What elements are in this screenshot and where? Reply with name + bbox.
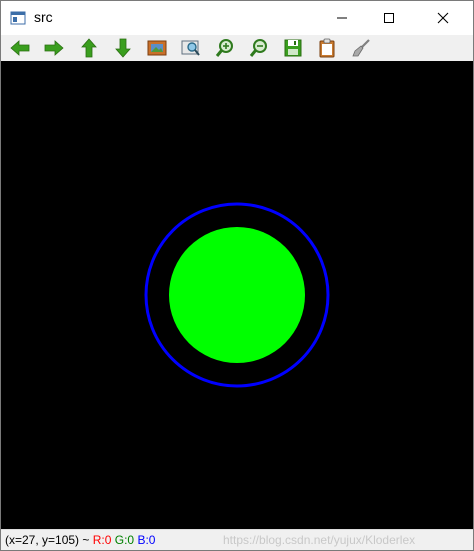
- arrow-left-icon: [10, 40, 30, 56]
- minimize-icon: [337, 17, 347, 19]
- app-window-icon: [10, 10, 26, 26]
- close-icon: [437, 12, 449, 24]
- pan-left-button[interactable]: [9, 37, 31, 59]
- copy-button[interactable]: [316, 37, 338, 59]
- title-bar[interactable]: src: [1, 1, 473, 35]
- arrow-down-icon: [115, 38, 131, 58]
- zoom-fit-icon: [181, 40, 200, 56]
- zoom-original-button[interactable]: [146, 37, 168, 59]
- green-value: G:0: [114, 533, 135, 547]
- image-icon: [147, 40, 167, 56]
- cursor-coordinates: (x=27, y=105) ~: [5, 533, 90, 547]
- minimize-button[interactable]: [319, 1, 365, 35]
- brush-icon: [352, 39, 370, 57]
- pan-right-button[interactable]: [43, 37, 65, 59]
- maximize-icon: [384, 13, 394, 23]
- status-bar: (x=27, y=105) ~ R:0 G:0 B:0 https://blog…: [1, 529, 473, 550]
- arrow-right-icon: [44, 40, 64, 56]
- save-button[interactable]: [282, 37, 304, 59]
- pixel-readout: (x=27, y=105) ~ R:0 G:0 B:0: [5, 530, 155, 550]
- save-icon: [284, 39, 302, 57]
- zoom-fit-button[interactable]: [180, 37, 202, 59]
- app-window: src (x=27, y=105) ~ R:0 G:0 B:0 https://…: [0, 0, 474, 551]
- clipboard-icon: [319, 38, 335, 58]
- pan-down-button[interactable]: [112, 37, 134, 59]
- watermark-text: https://blog.csdn.net/yujux/Kloderlex: [223, 533, 416, 547]
- pan-up-button[interactable]: [78, 37, 100, 59]
- close-button[interactable]: [420, 1, 466, 35]
- red-value: R:0: [92, 533, 112, 547]
- toolbar: [1, 35, 473, 61]
- zoom-in-button[interactable]: [214, 37, 236, 59]
- window-title: src: [34, 9, 53, 25]
- properties-button[interactable]: [350, 37, 372, 59]
- blue-value: B:0: [137, 533, 156, 547]
- inner-green-disc: [169, 227, 305, 363]
- arrow-up-icon: [81, 38, 97, 58]
- zoom-out-icon: [249, 39, 267, 57]
- zoom-in-icon: [215, 39, 233, 57]
- image-canvas[interactable]: [1, 61, 473, 529]
- maximize-button[interactable]: [366, 1, 412, 35]
- zoom-out-button[interactable]: [248, 37, 270, 59]
